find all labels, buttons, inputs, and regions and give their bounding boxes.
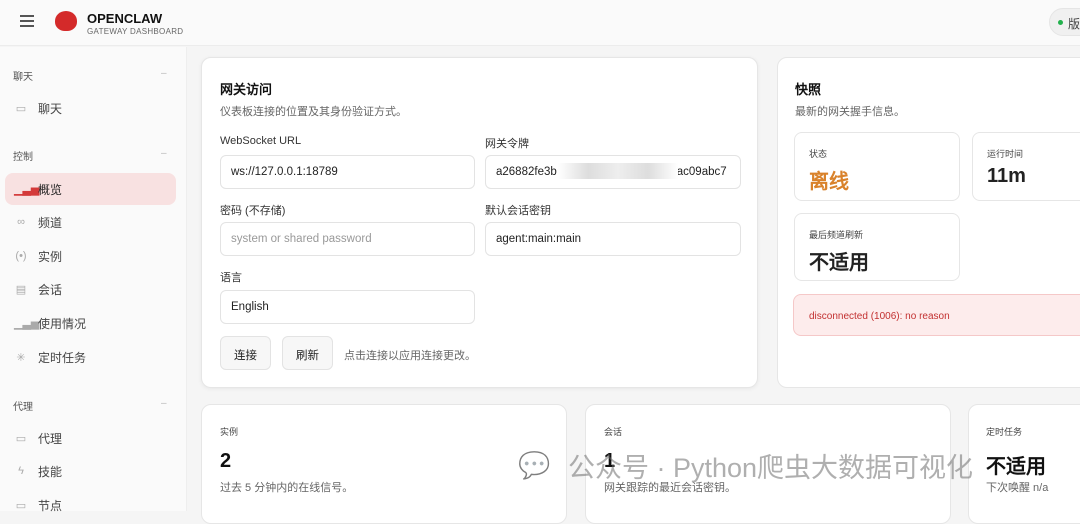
sidebar-item-label: 聊天 — [38, 101, 63, 116]
card-title: 快照 — [795, 82, 822, 97]
connect-hint: 点击连接以应用连接更改。 — [344, 350, 476, 362]
token-label: 网关令牌 — [485, 138, 529, 150]
sidebar-item-nodes[interactable]: ▭ 节点 — [5, 489, 176, 521]
refresh-button[interactable]: 刷新 — [282, 336, 333, 370]
section-label: 代理 — [13, 402, 33, 413]
version-badge[interactable]: 版 — [1049, 8, 1080, 36]
sidebar-item-label: 频道 — [38, 215, 63, 230]
radio-icon: (•) — [15, 250, 27, 262]
openclaw-logo — [55, 11, 77, 31]
sidebar-item-label: 实例 — [38, 249, 63, 264]
ws-url-label: WebSocket URL — [220, 135, 302, 147]
sidebar-item-label: 概览 — [38, 182, 63, 197]
document-icon: ▤ — [15, 283, 27, 296]
instances-card: 实例 2 过去 5 分钟内的在线信号。 — [201, 404, 567, 524]
sidebar: 聊天 – ▭ 聊天 控制 – ▁▃▅ 概览 ∞ 频道 (•) 实例 ▤ 会话 ▁▃▅ 使用情况 … — [0, 47, 187, 513]
brand-title: OPENCLAW — [87, 11, 163, 26]
bar-chart-icon: ▁▃▅ — [14, 317, 40, 330]
sidebar-item-label: 使用情况 — [38, 316, 87, 331]
menu-icon[interactable] — [20, 15, 34, 27]
sidebar-item-label: 会话 — [38, 282, 63, 297]
link-icon: ∞ — [17, 216, 25, 228]
section-label: 控制 — [13, 152, 33, 163]
sidebar-item-skills[interactable]: ϟ 技能 — [5, 455, 176, 487]
collapse-icon[interactable]: – — [161, 68, 167, 79]
session-key-label: 默认会话密钥 — [485, 205, 551, 217]
card-description: 最新的网关握手信息。 — [795, 106, 905, 118]
stat-value: 不适用 — [809, 252, 869, 274]
language-select[interactable]: English — [220, 290, 475, 324]
sidebar-item-label: 代理 — [38, 431, 63, 446]
bar-chart-icon: ▁▃▅ — [14, 183, 40, 196]
status-stat: 状态 离线 — [794, 132, 960, 201]
bolt-icon: ϟ — [18, 465, 24, 477]
sidebar-item-chat[interactable]: ▭ 聊天 — [5, 92, 176, 124]
uptime-stat: 运行时间 11m — [972, 132, 1080, 201]
token-value-start: a26882fe3b — [496, 166, 557, 178]
section-label: 聊天 — [13, 72, 33, 83]
loader-icon: ✳ — [16, 351, 26, 364]
section-control[interactable]: 控制 – — [13, 148, 167, 163]
stat-label: 运行时间 — [987, 149, 1024, 159]
sidebar-item-agents[interactable]: ▭ 代理 — [5, 422, 176, 454]
redacted-token-blur — [558, 163, 678, 179]
stat-value: 11m — [987, 165, 1026, 187]
gateway-access-card: 网关访问 仪表板连接的位置及其身份验证方式。 WebSocket URL ws:… — [201, 57, 758, 388]
stat-value: 2 — [220, 450, 232, 472]
chat-icon: ▭ — [15, 102, 27, 115]
stat-label: 实例 — [220, 427, 239, 437]
session-key-input[interactable]: agent:main:main — [485, 222, 741, 256]
token-value-end: ac09abc7 — [676, 166, 727, 178]
password-label: 密码 (不存储) — [220, 205, 286, 217]
stat-label: 状态 — [809, 149, 828, 159]
stat-label: 定时任务 — [986, 427, 1023, 437]
stat-label: 会话 — [604, 427, 623, 437]
sidebar-item-instances[interactable]: (•) 实例 — [5, 240, 176, 272]
section-chat[interactable]: 聊天 – — [13, 68, 167, 83]
sidebar-item-usage[interactable]: ▁▃▅ 使用情况 — [5, 307, 176, 339]
sidebar-item-channels[interactable]: ∞ 频道 — [5, 206, 176, 238]
monitor-icon: ▭ — [15, 499, 27, 512]
last-refresh-stat: 最后频道刷新 不适用 — [794, 213, 960, 281]
sidebar-item-label: 技能 — [38, 464, 63, 479]
collapse-icon[interactable]: – — [161, 148, 167, 159]
sidebar-item-label: 定时任务 — [38, 350, 87, 365]
collapse-icon[interactable]: – — [161, 398, 167, 409]
stat-label: 最后频道刷新 — [809, 230, 864, 240]
stat-description: 下次唤醒 n/a — [986, 482, 1049, 494]
folder-icon: ▭ — [15, 432, 27, 445]
stat-value: 不适用 — [986, 456, 1046, 478]
stat-value: 离线 — [809, 171, 849, 193]
section-agents[interactable]: 代理 – — [13, 398, 167, 413]
card-title: 网关访问 — [220, 82, 273, 97]
card-description: 仪表板连接的位置及其身份验证方式。 — [220, 106, 407, 118]
sidebar-item-sessions[interactable]: ▤ 会话 — [5, 273, 176, 305]
sidebar-item-overview[interactable]: ▁▃▅ 概览 — [5, 173, 176, 205]
watermark: 公众号 · Python爬虫大数据可视化 — [568, 453, 974, 483]
error-callout: disconnected (1006): no reason — [793, 294, 1080, 336]
brand-subtitle: GATEWAY DASHBOARD — [87, 27, 184, 36]
ws-url-input[interactable]: ws://127.0.0.1:18789 — [220, 155, 475, 189]
sidebar-item-cron[interactable]: ✳ 定时任务 — [5, 341, 176, 373]
connect-button[interactable]: 连接 — [220, 336, 271, 370]
password-input[interactable]: system or shared password — [220, 222, 475, 256]
wechat-icon: 💬 — [518, 450, 551, 480]
stat-description: 过去 5 分钟内的在线信号。 — [220, 482, 354, 494]
language-label: 语言 — [220, 272, 242, 284]
top-bar: OPENCLAW GATEWAY DASHBOARD 版 — [0, 0, 1080, 46]
cron-card: 定时任务 不适用 下次唤醒 n/a — [968, 404, 1080, 524]
